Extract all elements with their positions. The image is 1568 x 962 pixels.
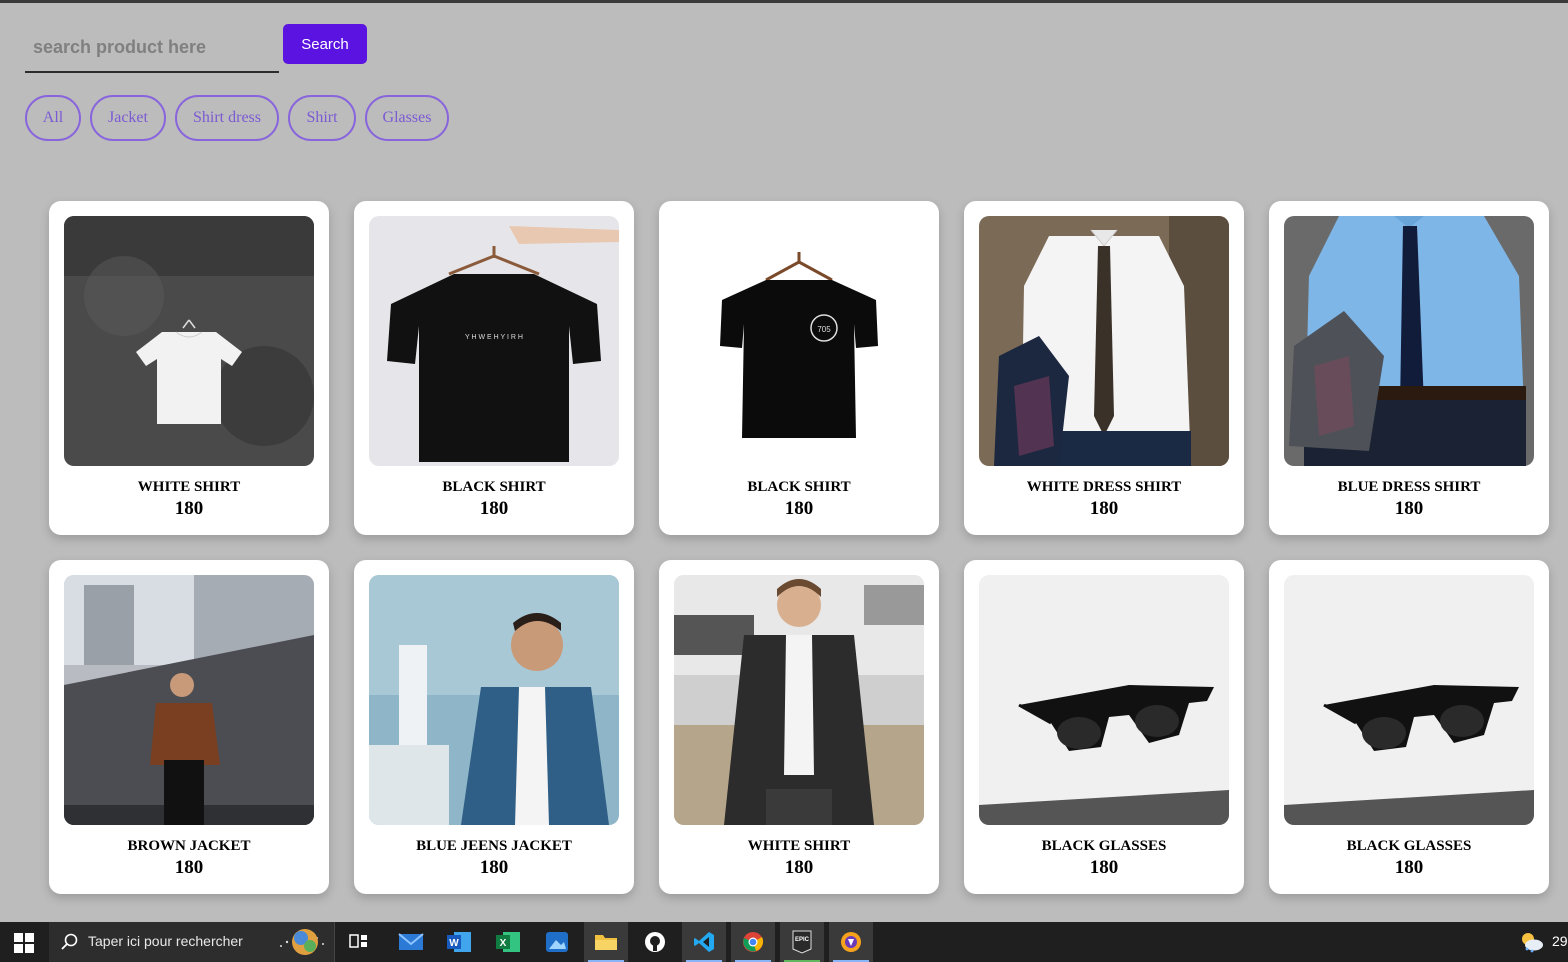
- search-icon: [61, 933, 79, 956]
- product-name: WHITE SHIRT: [137, 479, 241, 495]
- product-image: [1284, 575, 1534, 825]
- photos-icon[interactable]: [535, 922, 579, 962]
- filter-shirt[interactable]: Shirt: [288, 95, 356, 141]
- product-image: [369, 575, 619, 825]
- product-card[interactable]: BLUE JEENS JACKET 180: [354, 560, 634, 894]
- product-name: WHITE SHIRT: [747, 838, 851, 854]
- product-image: [979, 575, 1229, 825]
- product-name: WHITE DRESS SHIRT: [1026, 479, 1182, 495]
- product-card[interactable]: WHITE SHIRT 180: [659, 560, 939, 894]
- search-input[interactable]: [25, 24, 279, 73]
- tray-temperature: 29: [1552, 933, 1568, 949]
- product-card[interactable]: WHITE DRESS SHIRT 180: [964, 201, 1244, 535]
- product-price: 180: [1089, 498, 1119, 519]
- product-name: BLACK GLASSES: [1041, 838, 1167, 854]
- search-button[interactable]: Search: [283, 24, 367, 64]
- svg-text:EPIC: EPIC: [795, 937, 810, 943]
- product-price: 180: [174, 498, 204, 519]
- window-top-border: [0, 0, 1568, 3]
- category-filters: All Jacket Shirt dress Shirt Glasses: [25, 95, 449, 141]
- product-price: 180: [174, 857, 204, 878]
- filter-shirt-dress[interactable]: Shirt dress: [175, 95, 279, 141]
- product-image: [1284, 216, 1534, 466]
- svg-text:W: W: [449, 938, 459, 949]
- svg-text:705: 705: [817, 325, 831, 334]
- product-name: BLUE DRESS SHIRT: [1337, 479, 1481, 495]
- github-icon[interactable]: [633, 922, 677, 962]
- product-card[interactable]: 705 BLACK SHIRT 180: [659, 201, 939, 535]
- search-highlight-icon: [277, 928, 333, 961]
- brave-icon[interactable]: [829, 922, 873, 962]
- weather-icon[interactable]: [1519, 931, 1545, 958]
- product-name: BLUE JEENS JACKET: [416, 838, 572, 854]
- vscode-icon[interactable]: [682, 922, 726, 962]
- filter-glasses[interactable]: Glasses: [365, 95, 449, 141]
- product-name: BLACK GLASSES: [1346, 838, 1472, 854]
- product-name: BROWN JACKET: [127, 838, 251, 854]
- chrome-icon[interactable]: [731, 922, 775, 962]
- file-explorer-icon[interactable]: [584, 922, 628, 962]
- product-price: 180: [479, 857, 509, 878]
- product-image: 705: [674, 216, 924, 466]
- product-image: [64, 575, 314, 825]
- filter-jacket[interactable]: Jacket: [90, 95, 166, 141]
- product-price: 180: [784, 857, 814, 878]
- product-price: 180: [1394, 498, 1424, 519]
- svg-text:X: X: [500, 938, 507, 949]
- taskbar: Taper ici pour rechercher W X EPIC 29: [0, 922, 1568, 962]
- product-image: [979, 216, 1229, 466]
- product-image: [674, 575, 924, 825]
- product-name: BLACK SHIRT: [747, 479, 851, 495]
- product-card[interactable]: WHITE SHIRT 180: [49, 201, 329, 535]
- product-card[interactable]: Y H W E H Y I R H BLACK SHIRT 180: [354, 201, 634, 535]
- filter-all[interactable]: All: [25, 95, 81, 141]
- taskbar-search-box[interactable]: Taper ici pour rechercher: [49, 922, 335, 962]
- excel-icon[interactable]: X: [486, 922, 530, 962]
- product-image: [64, 216, 314, 466]
- product-price: 180: [784, 498, 814, 519]
- word-icon[interactable]: W: [437, 922, 481, 962]
- product-card[interactable]: BROWN JACKET 180: [49, 560, 329, 894]
- product-price: 180: [479, 498, 509, 519]
- product-price: 180: [1089, 857, 1119, 878]
- svg-text:Y H W E H Y I R H: Y H W E H Y I R H: [465, 334, 523, 341]
- product-price: 180: [1394, 857, 1424, 878]
- product-card[interactable]: BLACK GLASSES 180: [964, 560, 1244, 894]
- taskbar-search-placeholder: Taper ici pour rechercher: [88, 933, 243, 949]
- product-card[interactable]: BLACK GLASSES 180: [1269, 560, 1549, 894]
- epic-games-icon[interactable]: EPIC: [780, 922, 824, 962]
- task-view-icon[interactable]: [337, 922, 381, 962]
- windows-start-icon[interactable]: [14, 933, 34, 953]
- product-image: Y H W E H Y I R H: [369, 216, 619, 466]
- product-name: BLACK SHIRT: [442, 479, 546, 495]
- product-card[interactable]: BLUE DRESS SHIRT 180: [1269, 201, 1549, 535]
- mail-icon[interactable]: [389, 922, 433, 962]
